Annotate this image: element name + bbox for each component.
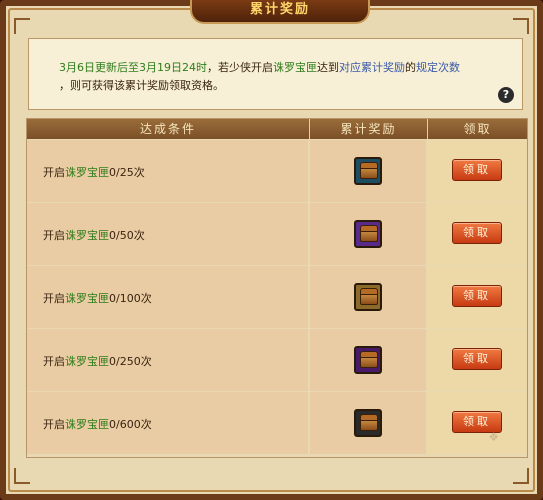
- header-claim: 领取: [463, 122, 492, 136]
- condition-text: 开启诛罗宝匣0/100次: [43, 290, 152, 306]
- condition-text: 开启诛罗宝匣0/250次: [43, 353, 152, 369]
- claim-button[interactable]: 领取: [452, 222, 502, 244]
- notice-text: ，若少侠开启: [207, 61, 273, 74]
- notice-text: 达到: [317, 61, 339, 74]
- condition-cell: 开启诛罗宝匣0/25次: [27, 140, 310, 202]
- corner-ornament: [513, 468, 529, 484]
- notice-line-2: ，则可获得该累计奖励领取资格。: [59, 79, 224, 92]
- event-notice: 3月6日更新后至3月19日24时，若少侠开启诛罗宝匣达到对应累计奖励的规定次数 …: [28, 38, 523, 110]
- notice-line-1: 3月6日更新后至3月19日24时，若少侠开启诛罗宝匣达到对应累计奖励的规定次数: [59, 59, 512, 77]
- table-row: 开启诛罗宝匣0/50次 领取: [27, 202, 527, 265]
- claim-cell: 领取: [428, 203, 527, 265]
- condition-cell: 开启诛罗宝匣0/250次: [27, 329, 310, 391]
- corner-ornament: [513, 18, 529, 34]
- condition-item: 诛罗宝匣: [65, 166, 109, 179]
- ornate-treasure-chest-icon[interactable]: [354, 409, 382, 437]
- header-reward: 累计奖励: [310, 119, 428, 139]
- table-row: 开启诛罗宝匣0/250次 领取: [27, 328, 527, 391]
- table-header: 达成条件 累计奖励 领取: [27, 119, 527, 139]
- reward-cell: [310, 266, 428, 328]
- jewel-treasure-chest-icon[interactable]: [354, 346, 382, 374]
- reward-cell: [310, 392, 428, 454]
- condition-prefix: 开启: [43, 229, 65, 242]
- notice-date-range: 3月6日更新后至3月19日24时: [59, 61, 207, 74]
- condition-prefix: 开启: [43, 418, 65, 431]
- condition-item: 诛罗宝匣: [65, 418, 109, 431]
- notice-text: 的: [405, 61, 416, 74]
- table-row: 开启诛罗宝匣0/100次 领取: [27, 265, 527, 328]
- claim-cell: 领取: [428, 266, 527, 328]
- condition-progress: 0/25次: [109, 166, 145, 179]
- panel-title: 累计奖励: [190, 0, 370, 24]
- condition-item: 诛罗宝匣: [65, 229, 109, 242]
- reward-cell: [310, 329, 428, 391]
- purple-treasure-chest-icon[interactable]: [354, 220, 382, 248]
- claim-cell: 领取: [428, 392, 527, 454]
- claim-button[interactable]: 领取: [452, 285, 502, 307]
- notice-reward-phrase: 对应累计奖励: [339, 61, 405, 74]
- corner-ornament: [14, 468, 30, 484]
- condition-cell: 开启诛罗宝匣0/100次: [27, 266, 310, 328]
- claim-button[interactable]: 领取: [452, 348, 502, 370]
- condition-text: 开启诛罗宝匣0/25次: [43, 164, 145, 180]
- claim-cell: 领取: [428, 140, 527, 202]
- claim-button[interactable]: 领取: [452, 159, 502, 181]
- corner-ornament: [14, 18, 30, 34]
- help-icon[interactable]: ?: [498, 87, 514, 103]
- game-logo-watermark: ❖: [488, 430, 499, 444]
- condition-prefix: 开启: [43, 166, 65, 179]
- table-row: 开启诛罗宝匣0/600次 领取: [27, 391, 527, 454]
- condition-text: 开启诛罗宝匣0/50次: [43, 227, 145, 243]
- condition-progress: 0/50次: [109, 229, 145, 242]
- claim-cell: 领取: [428, 329, 527, 391]
- gold-treasure-chest-icon[interactable]: [354, 283, 382, 311]
- condition-prefix: 开启: [43, 292, 65, 305]
- condition-item: 诛罗宝匣: [65, 292, 109, 305]
- bronze-treasure-chest-icon[interactable]: [354, 157, 382, 185]
- reward-cell: [310, 140, 428, 202]
- condition-progress: 0/600次: [109, 418, 152, 431]
- reward-panel: 累计奖励 3月6日更新后至3月19日24时，若少侠开启诛罗宝匣达到对应累计奖励的…: [0, 0, 543, 500]
- condition-text: 开启诛罗宝匣0/600次: [43, 416, 152, 432]
- notice-item-name: 诛罗宝匣: [273, 61, 317, 74]
- reward-table: 达成条件 累计奖励 领取 开启诛罗宝匣0/25次 领取 开启诛罗宝匣0/50次: [26, 118, 528, 458]
- condition-progress: 0/250次: [109, 355, 152, 368]
- condition-prefix: 开启: [43, 355, 65, 368]
- condition-item: 诛罗宝匣: [65, 355, 109, 368]
- header-condition: 达成条件: [27, 119, 310, 139]
- condition-cell: 开启诛罗宝匣0/50次: [27, 203, 310, 265]
- reward-cell: [310, 203, 428, 265]
- condition-progress: 0/100次: [109, 292, 152, 305]
- condition-cell: 开启诛罗宝匣0/600次: [27, 392, 310, 454]
- notice-count-phrase: 规定次数: [416, 61, 460, 74]
- table-row: 开启诛罗宝匣0/25次 领取: [27, 139, 527, 202]
